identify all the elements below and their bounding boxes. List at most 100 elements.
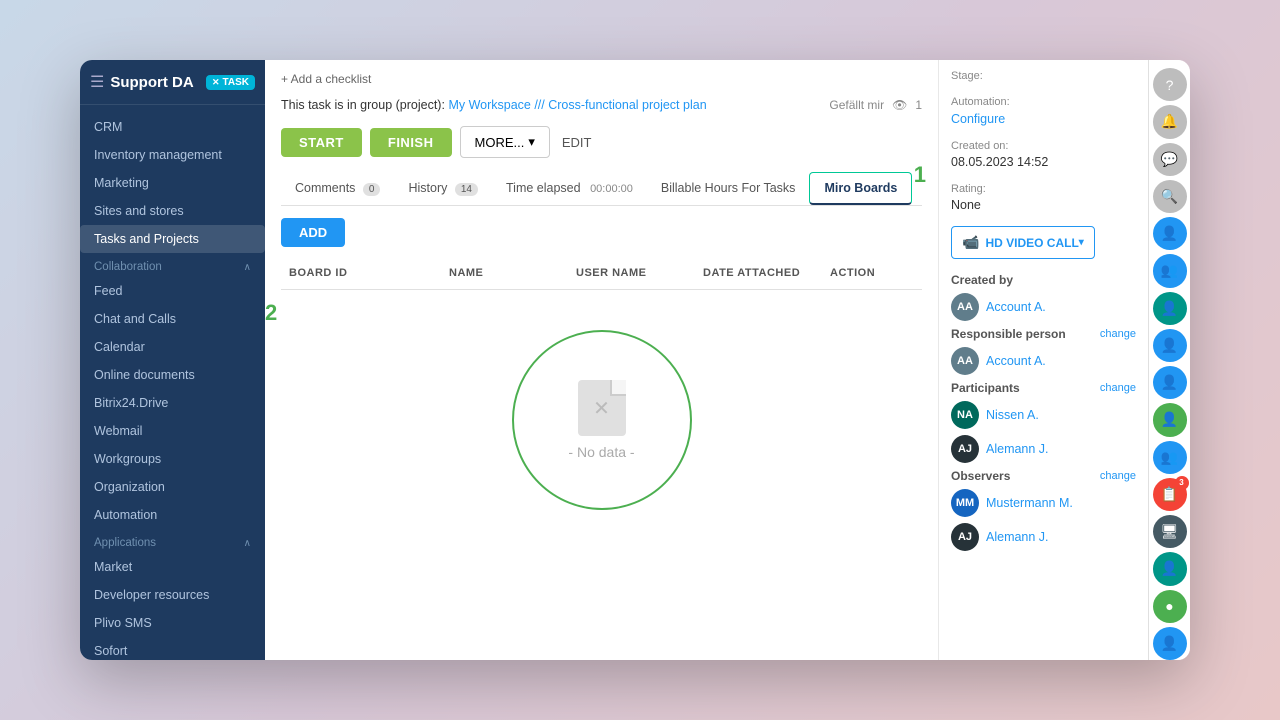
finish-button[interactable]: FINISH [370, 128, 452, 157]
sidebar-header: ☰ Support DA ✕ TASK [80, 60, 265, 105]
empty-state: ✕ - No data - [281, 290, 922, 550]
tab-billable-hours[interactable]: Billable Hours For Tasks [647, 173, 810, 205]
group-blue2-icon[interactable]: 👥 [1153, 441, 1187, 474]
close-task-icon[interactable]: ✕ [212, 77, 220, 88]
start-button[interactable]: START [281, 128, 362, 157]
stage-field: Stage: [951, 70, 1136, 82]
sidebar-item-webmail[interactable]: Webmail [80, 417, 265, 445]
edit-button[interactable]: EDIT [558, 128, 596, 157]
user-blue-icon[interactable]: 👤 [1153, 217, 1187, 250]
user-teal2-icon[interactable]: 👤 [1153, 552, 1187, 585]
add-checklist[interactable]: + Add a checklist [281, 72, 922, 86]
created-by-person: AA Account A. [951, 293, 1136, 321]
video-call-button[interactable]: 📹 HD VIDEO CALL ▾ [951, 226, 1095, 259]
participants-section: Participants change [951, 381, 1136, 395]
rating-field: Rating: None [951, 183, 1136, 212]
add-board-button[interactable]: ADD [281, 218, 345, 247]
dropdown-arrow-icon[interactable]: ▾ [1079, 237, 1084, 248]
sidebar-item-calendar[interactable]: Calendar [80, 333, 265, 361]
responsible-person: AA Account A. [951, 347, 1136, 375]
tab-comments[interactable]: Comments 0 [281, 173, 394, 205]
observer-mustermann: MM Mustermann M. [951, 489, 1136, 517]
sidebar: ☰ Support DA ✕ TASK CRM Inventory manage… [80, 60, 265, 660]
sidebar-item-automation[interactable]: Automation [80, 501, 265, 529]
participant-nissen-link[interactable]: Nissen A. [986, 408, 1039, 422]
col-board-id: BOARD ID [281, 263, 441, 283]
responsible-change-link[interactable]: change [1100, 328, 1136, 340]
created-by-section: Created by [951, 273, 1136, 287]
clipboard-red-icon[interactable]: 📋 3 [1153, 478, 1187, 511]
table-header: BOARD ID NAME USER NAME DATE ATTACHED AC… [281, 257, 922, 290]
no-data-text: - No data - [568, 444, 634, 460]
sidebar-title: Support DA [110, 74, 200, 91]
sidebar-item-drive[interactable]: Bitrix24.Drive [80, 389, 265, 417]
col-username: USER NAME [568, 263, 695, 283]
sidebar-item-sofort[interactable]: Sofort [80, 637, 265, 660]
empty-file-icon: ✕ [578, 380, 626, 436]
task-group-info: This task is in group (project): My Work… [281, 98, 707, 112]
participant-alemann: AJ Alemann J. [951, 435, 1136, 463]
main-content: + Add a checklist This task is in group … [265, 60, 938, 660]
user-blue4-icon[interactable]: 👤 [1153, 627, 1187, 660]
screen-dark-icon[interactable]: 🖥 [1153, 515, 1187, 548]
participant-alemann-link[interactable]: Alemann J. [986, 442, 1049, 456]
sidebar-item-chat[interactable]: Chat and Calls [80, 305, 265, 333]
circle-green-icon[interactable]: ● [1153, 590, 1187, 623]
user-blue2-icon[interactable]: 👤 [1153, 329, 1187, 362]
tabs-bar: Comments 0 History 14 Time elapsed 00:00… [281, 172, 922, 206]
user-blue3-icon[interactable]: 👤 [1153, 366, 1187, 399]
user-teal-icon[interactable]: 👤 [1153, 292, 1187, 325]
sidebar-item-feed[interactable]: Feed [80, 277, 265, 305]
automation-configure-link[interactable]: Configure [951, 112, 1005, 126]
empty-circle: ✕ - No data - [512, 330, 692, 510]
task-info-bar: This task is in group (project): My Work… [281, 98, 922, 112]
observer-mustermann-avatar: MM [951, 489, 979, 517]
sidebar-item-docs[interactable]: Online documents [80, 361, 265, 389]
sidebar-item-sites[interactable]: Sites and stores [80, 197, 265, 225]
observer-mustermann-link[interactable]: Mustermann M. [986, 496, 1073, 510]
chevron-up-icon: ∧ [244, 262, 251, 273]
col-name: NAME [441, 263, 568, 283]
sidebar-item-org[interactable]: Organization [80, 473, 265, 501]
user-green-icon[interactable]: 👤 [1153, 403, 1187, 436]
sidebar-item-marketing[interactable]: Marketing [80, 169, 265, 197]
tab-time-elapsed[interactable]: Time elapsed 00:00:00 [492, 173, 647, 205]
annotation-1: 1 [914, 162, 926, 188]
participant-alemann-avatar: AJ [951, 435, 979, 463]
sidebar-item-tasks[interactable]: Tasks and Projects [80, 225, 265, 253]
task-group-link[interactable]: My Workspace /// Cross-functional projec… [448, 98, 706, 112]
tab-history[interactable]: History 14 [394, 173, 492, 205]
sidebar-item-plivo[interactable]: Plivo SMS [80, 609, 265, 637]
tab-miro-boards[interactable]: Miro Boards [809, 172, 912, 205]
col-date-attached: DATE ATTACHED [695, 263, 822, 283]
responsible-avatar: AA [951, 347, 979, 375]
sidebar-section-apps: Applications ∧ [80, 529, 265, 553]
task-meta: Gefällt mir 👁 1 [829, 98, 922, 112]
sidebar-item-workgroups[interactable]: Workgroups [80, 445, 265, 473]
annotation-2: 2 [265, 300, 277, 326]
sidebar-item-inventory[interactable]: Inventory management [80, 141, 265, 169]
icon-rail: ? 🔔 💬 🔍 👤 👥 👤 👤 👤 👤 👥 📋 3 🖥 👤 ● 👤 [1148, 60, 1190, 660]
search-rail-icon[interactable]: 🔍 [1153, 180, 1187, 213]
responsible-link[interactable]: Account A. [986, 354, 1046, 368]
chat-bubble-icon[interactable]: 💬 [1153, 143, 1187, 176]
participant-nissen-avatar: NA [951, 401, 979, 429]
sidebar-item-crm[interactable]: CRM [80, 113, 265, 141]
automation-field: Automation: Configure [951, 96, 1136, 126]
bell-icon[interactable]: 🔔 [1153, 105, 1187, 138]
hamburger-icon[interactable]: ☰ [90, 72, 104, 92]
sidebar-item-dev[interactable]: Developer resources [80, 581, 265, 609]
created-by-link[interactable]: Account A. [986, 300, 1046, 314]
sidebar-item-market[interactable]: Market [80, 553, 265, 581]
chevron-apps-icon: ∧ [244, 538, 251, 549]
group-blue-icon[interactable]: 👥 [1153, 254, 1187, 287]
observer-alemann-link[interactable]: Alemann J. [986, 530, 1049, 544]
observers-change-link[interactable]: change [1100, 470, 1136, 482]
participants-change-link[interactable]: change [1100, 382, 1136, 394]
help-icon[interactable]: ? [1153, 68, 1187, 101]
more-button[interactable]: MORE... ▾ [460, 126, 550, 158]
x-mark-icon: ✕ [593, 396, 610, 421]
task-badge[interactable]: ✕ TASK [206, 75, 255, 90]
camera-icon: 📹 [962, 234, 979, 251]
table-toolbar: ADD [281, 218, 922, 247]
